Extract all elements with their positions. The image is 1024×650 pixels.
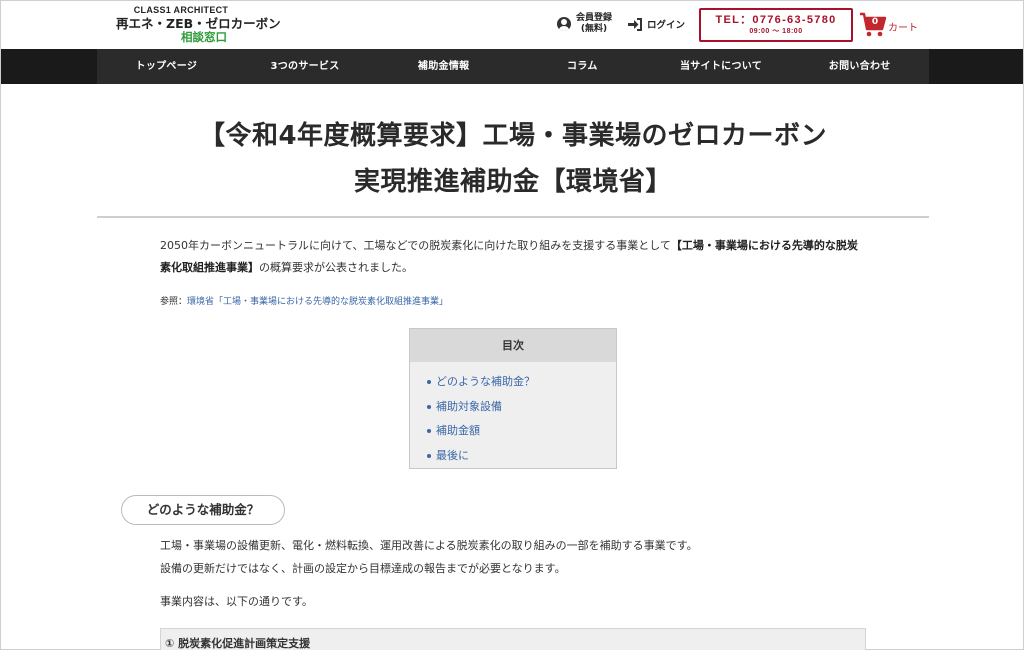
member-register-line1: 会員登録	[576, 13, 613, 23]
login-label: ログイン	[647, 20, 686, 31]
section-line-2: 設備の更新だけではなく、計画の設定から目標達成の報告までが必要となります。	[160, 562, 566, 575]
login-link[interactable]: ログイン	[628, 17, 685, 31]
reference-label: 参照：	[160, 297, 188, 307]
toc-item-target-equipment[interactable]: 補助対象設備	[427, 395, 616, 420]
intro-tail-text: の概算要求が公表されました。	[259, 261, 413, 274]
toc-item-subsidy-overview[interactable]: どのような補助金？	[427, 370, 616, 395]
member-register-label: 会員登録 (無料)	[576, 13, 612, 35]
toc-item-subsidy-amount[interactable]: 補助金額	[427, 419, 616, 444]
section-line-3: 事業内容は、以下の通りです。	[160, 595, 313, 608]
page-title: 【令和4年度概算要求】工場・事業場のゼロカーボン実現推進補助金【環境省】	[198, 121, 828, 197]
intro-text: 2050年カーボンニュートラルに向けて、工場などでの脱炭素化に向けた取り組みを支…	[160, 239, 671, 252]
logo-subtitle: 相談窓口	[181, 30, 227, 44]
cart-label: カート	[888, 22, 918, 34]
nav-item-about[interactable]: 当サイトについて	[652, 49, 791, 84]
nav-item-services[interactable]: 3つのサービス	[236, 49, 375, 84]
nav-item-column[interactable]: コラム	[513, 49, 652, 84]
cart-icon: 0	[859, 12, 887, 38]
logo-company: CLASS1 ARCHITECT	[133, 5, 229, 15]
global-nav: トップページ 3つのサービス 補助金情報 コラム 当サイトについて お問い合わせ	[97, 49, 929, 84]
reference-line: 参照：環境省「工場・事業場における先導的な脱炭素化取組推進事業」	[160, 295, 866, 309]
member-register-link[interactable]: 会員登録 (無料)	[557, 13, 612, 35]
section-heading: どのような補助金？	[121, 495, 285, 525]
section-body: 工場・事業場の設備更新、電化・燃料転換、運用改善による脱炭素化の取り組みの一部を…	[160, 534, 866, 580]
section-body-2: 事業内容は、以下の通りです。	[160, 591, 866, 613]
article-title-wrap: 【令和4年度概算要求】工場・事業場のゼロカーボン実現推進補助金【環境省】	[97, 113, 929, 205]
cart-button[interactable]: 0 カート	[859, 12, 918, 38]
toc-item-conclusion[interactable]: 最後に	[427, 444, 616, 469]
table-of-contents: 目次 どのような補助金？ 補助対象設備 補助金額 最後に	[409, 328, 617, 469]
reference-link[interactable]: 環境省「工場・事業場における先導的な脱炭素化取組推進事業」	[187, 297, 448, 307]
site-logo[interactable]: CLASS1 ARCHITECT 再エネ・ZEB・ゼロカーボン 相談窓口	[116, 5, 306, 47]
toc-heading: 目次	[410, 329, 616, 362]
nav-item-top[interactable]: トップページ	[97, 49, 236, 84]
section-line-1: 工場・事業場の設備更新、電化・燃料転換、運用改善による脱炭素化の取り組みの一部を…	[160, 539, 698, 552]
nav-item-contact[interactable]: お問い合わせ	[790, 49, 929, 84]
nav-item-subsidy[interactable]: 補助金情報	[374, 49, 513, 84]
phone-contact-box[interactable]: TEL：0776-63-5780 09:00 〜 18:00	[699, 8, 853, 42]
global-nav-bar: トップページ 3つのサービス 補助金情報 コラム 当サイトについて お問い合わせ	[1, 49, 1023, 84]
logo-title: 再エネ・ZEB・ゼロカーボン	[116, 16, 281, 31]
user-icon	[557, 17, 571, 31]
toc-list: どのような補助金？ 補助対象設備 補助金額 最後に	[410, 362, 616, 468]
subsection-box: ① 脱炭素化促進計画策定支援	[160, 628, 866, 650]
business-hours: 09:00 〜 18:00	[749, 28, 803, 35]
cart-count-badge: 0	[871, 17, 879, 27]
intro-paragraph: 2050年カーボンニュートラルに向けて、工場などでの脱炭素化に向けた取り組みを支…	[160, 235, 866, 279]
member-register-line2: (無料)	[580, 24, 608, 34]
login-arrow-icon	[628, 17, 643, 31]
phone-number: TEL：0776-63-5780	[715, 14, 837, 26]
site-header: CLASS1 ARCHITECT 再エネ・ZEB・ゼロカーボン 相談窓口 会員登…	[1, 1, 1023, 49]
title-divider	[97, 216, 929, 218]
